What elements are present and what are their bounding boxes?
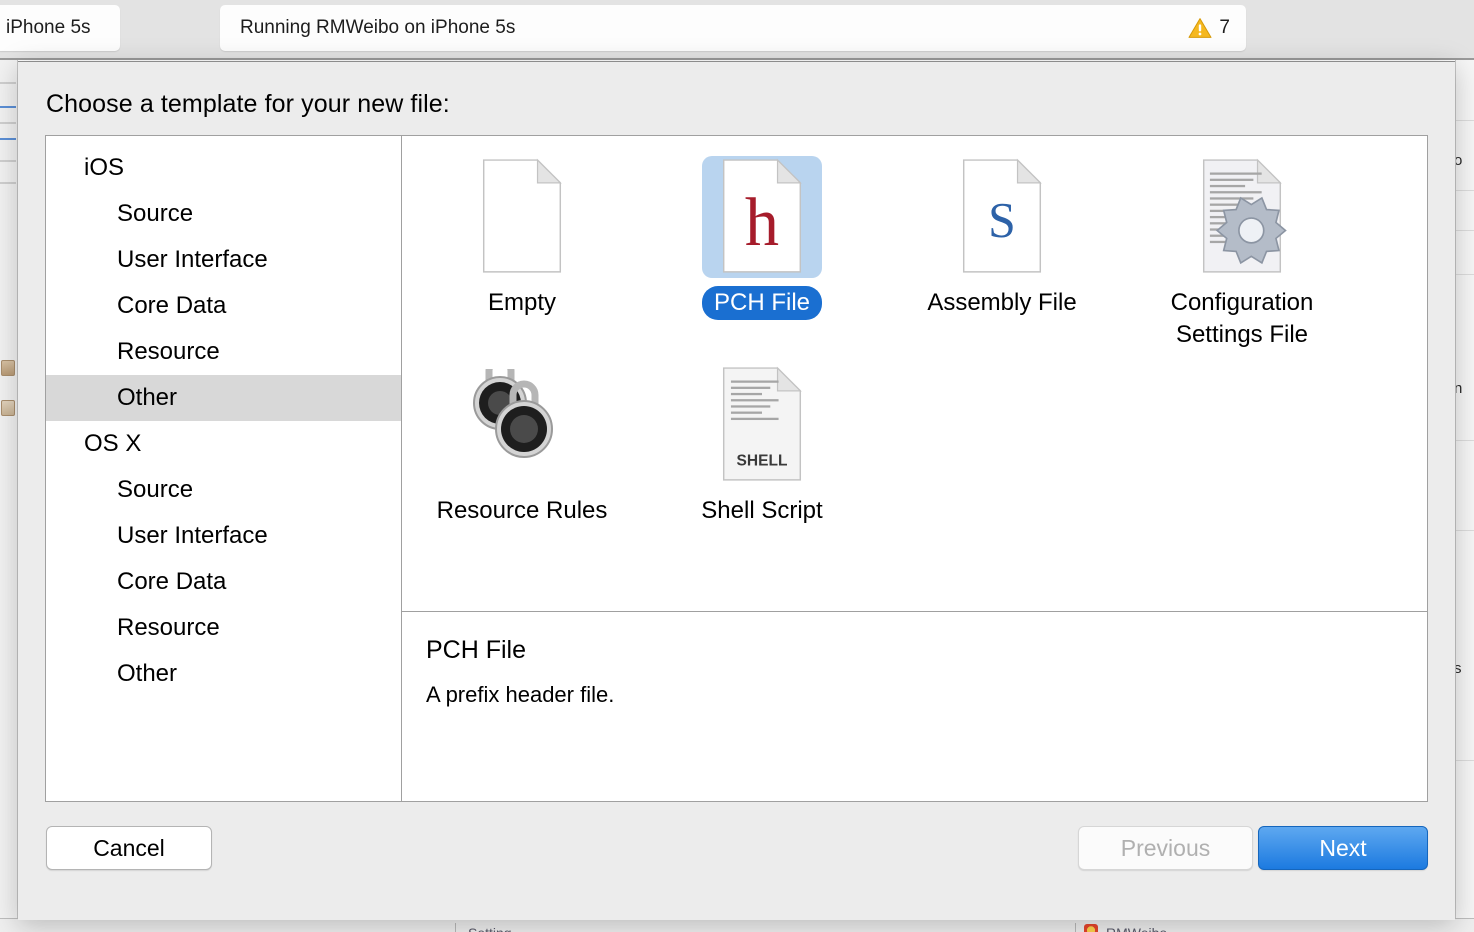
template-icon-slot — [462, 364, 582, 486]
template-description-panel: PCH File A prefix header file. — [402, 611, 1427, 801]
sidebar-item-core-data[interactable]: Core Data — [46, 559, 401, 605]
template-grid[interactable]: Empty h PCH File S Assembly File Configuratio… — [402, 136, 1427, 611]
sidebar-item-label: User Interface — [117, 246, 268, 273]
template-right-pane: Empty h PCH File S Assembly File Configuratio… — [402, 136, 1427, 801]
screen: o n s Setting RMWeibo iPhone 5s Running … — [0, 0, 1474, 932]
next-button[interactable]: Next — [1258, 826, 1428, 870]
sidebar-item-source[interactable]: Source — [46, 467, 401, 513]
project-fragment: RMWeibo — [1106, 925, 1167, 932]
sidebar-item-user-interface[interactable]: User Interface — [46, 513, 401, 559]
tab-device-label: iPhone 5s — [6, 17, 91, 38]
template-picker: iOS Source User Interface Core Data Resource… — [45, 135, 1428, 802]
tab-bar: iPhone 5s Running RMWeibo on iPhone 5s 7 — [0, 0, 1474, 60]
sidebar-item-label: Resource — [117, 338, 220, 365]
new-file-template-sheet: Choose a template for your new file: iOS… — [18, 61, 1455, 920]
sidebar-item-label: Source — [117, 476, 194, 503]
svg-text:S: S — [988, 193, 1016, 248]
sidebar-item-label: User Interface — [117, 522, 268, 549]
s-assembly-document-icon: S — [962, 158, 1042, 273]
gear-document-icon — [1202, 158, 1287, 273]
template-resource-rules[interactable]: Resource Rules — [402, 358, 642, 528]
sidebar-item-label: Core Data — [117, 292, 227, 319]
sidebar-item-label: Core Data — [117, 568, 227, 595]
warning-triangle-icon — [1188, 18, 1212, 38]
sheet-title: Choose a template for your new file: — [46, 90, 450, 118]
template-label: Resource Rules — [436, 497, 608, 524]
utilities-sliver: o n s — [1455, 60, 1474, 920]
jump-bar-sliver: Setting RMWeibo — [0, 918, 1474, 932]
warning-count: 7 — [1219, 17, 1230, 38]
description-title: PCH File — [426, 636, 527, 664]
sidebar-item-core-data[interactable]: Core Data — [46, 283, 401, 329]
sidebar-item-label: iOS — [84, 154, 125, 181]
shell-script-document-icon: SHELL — [722, 366, 802, 481]
description-body: A prefix header file. — [426, 682, 615, 707]
breadcrumb-fragment: Setting — [468, 925, 512, 932]
padlocks-icon — [473, 369, 553, 458]
sidebar-item-label: OS X — [84, 430, 142, 457]
tab-activity[interactable]: Running RMWeibo on iPhone 5s 7 — [220, 5, 1246, 51]
template-assembly-file[interactable]: S Assembly File — [882, 150, 1122, 352]
sidebar-item-resource[interactable]: Resource — [46, 329, 401, 375]
platform-category-sidebar[interactable]: iOS Source User Interface Core Data Resource… — [46, 136, 402, 801]
template-icon-slot — [1182, 156, 1302, 278]
sidebar-item-user-interface[interactable]: User Interface — [46, 237, 401, 283]
template-configuration-settings-file[interactable]: Configuration Settings File — [1122, 150, 1362, 352]
template-icon-slot: h — [702, 156, 822, 278]
cancel-button[interactable]: Cancel — [46, 826, 212, 870]
sidebar-item-ios[interactable]: iOS — [46, 145, 401, 191]
template-label: Empty — [487, 289, 556, 316]
sidebar-item-other[interactable]: Other — [46, 651, 401, 697]
template-icon-slot: SHELL — [702, 364, 822, 486]
template-label: PCH File — [701, 286, 822, 320]
sidebar-item-other[interactable]: Other — [46, 375, 401, 421]
blank-document-icon — [482, 158, 562, 273]
activity-status-text: Running RMWeibo on iPhone 5s — [240, 17, 516, 38]
sidebar-item-os-x[interactable]: OS X — [46, 421, 401, 467]
sidebar-item-label: Resource — [117, 614, 220, 641]
sidebar-item-label: Other — [117, 384, 178, 411]
template-label: Assembly File — [927, 289, 1077, 316]
template-label: Shell Script — [701, 497, 823, 524]
sidebar-item-label: Other — [117, 660, 178, 687]
template-icon-slot — [462, 156, 582, 278]
template-pch-file[interactable]: h PCH File — [642, 150, 882, 352]
h-header-document-icon: h — [722, 158, 802, 273]
tab-device[interactable]: iPhone 5s — [0, 5, 120, 51]
template-label: Configuration Settings File — [1170, 289, 1314, 348]
template-empty[interactable]: Empty — [402, 150, 642, 352]
sidebar-item-label: Source — [117, 200, 194, 227]
warning-indicator[interactable]: 7 — [1188, 17, 1230, 39]
svg-text:h: h — [745, 184, 779, 260]
navigator-sliver — [0, 60, 18, 920]
previous-button: Previous — [1078, 826, 1253, 870]
svg-text:SHELL: SHELL — [737, 452, 788, 469]
tab-bar-divider — [0, 58, 1474, 60]
template-shell-script[interactable]: SHELL Shell Script — [642, 358, 882, 528]
template-icon-slot: S — [942, 156, 1062, 278]
sidebar-item-resource[interactable]: Resource — [46, 605, 401, 651]
sidebar-item-source[interactable]: Source — [46, 191, 401, 237]
project-app-icon — [1084, 924, 1098, 932]
